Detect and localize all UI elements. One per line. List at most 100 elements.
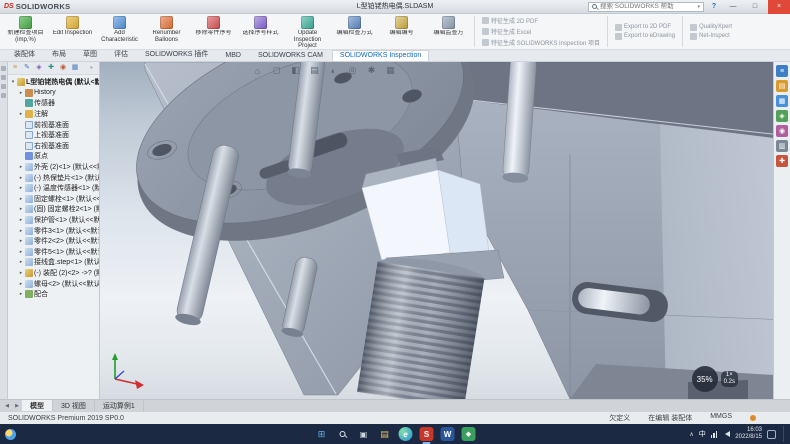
solidworks-logo[interactable]: DS SOLIDWORKS bbox=[4, 2, 70, 11]
panel-tab-configurationmanager[interactable]: ◈ bbox=[33, 62, 45, 74]
ribbon-button[interactable]: 选择序号样式 bbox=[237, 14, 284, 49]
tree-item[interactable]: ▾ L型铂铑热电偶 (默认<默认_显示状态-1 bbox=[10, 77, 99, 88]
hidden-icons-chevron[interactable]: ∧ bbox=[689, 431, 693, 438]
tree-item[interactable]: ▸ 外壳 (2)<1> (默认<<默认>_显示状 bbox=[10, 162, 99, 173]
tree-item[interactable]: 原点 bbox=[10, 151, 99, 162]
ribbon-button[interactable]: Renumber Balloons bbox=[143, 14, 190, 49]
ribbon-tab[interactable]: MBD bbox=[217, 50, 249, 61]
maximize-button[interactable]: □ bbox=[746, 0, 764, 14]
panel-tab-propertymanager[interactable]: ✎ bbox=[21, 62, 33, 74]
ribbon-tab[interactable]: SOLIDWORKS Inspection bbox=[332, 50, 429, 61]
document-tab[interactable]: 模型 bbox=[22, 400, 53, 411]
apply-scene-icon[interactable]: ▦ bbox=[383, 64, 398, 77]
expand-arrow-icon[interactable]: ▸ bbox=[18, 228, 24, 234]
ribbon-button[interactable]: Update Inspection Project bbox=[284, 14, 331, 49]
tree-item[interactable]: ▸ 保护管<1> (默认<<默认>_显示状态 bbox=[10, 215, 99, 226]
volume-icon[interactable] bbox=[722, 431, 730, 437]
ribbon-button[interactable]: Add Characteristic bbox=[96, 14, 143, 49]
taskbar-edge-icon[interactable]: e bbox=[399, 427, 413, 441]
hide-show-items-icon[interactable]: ◎ bbox=[345, 64, 360, 77]
tree-item[interactable]: ▸ History bbox=[10, 88, 99, 99]
expand-arrow-icon[interactable]: ▸ bbox=[18, 111, 24, 117]
tree-item[interactable]: ▸ (-) 装配 (2)<2> ->? (默认<<默认 bbox=[10, 268, 99, 279]
zoom-fit-icon[interactable]: ⌂ bbox=[250, 64, 265, 77]
document-tab[interactable]: 运动算例1 bbox=[95, 400, 144, 411]
search-input[interactable] bbox=[600, 3, 694, 10]
expand-arrow-icon[interactable]: ▸ bbox=[18, 281, 24, 287]
expand-arrow-icon[interactable]: ▸ bbox=[18, 90, 24, 96]
section-view-icon[interactable]: ◧ bbox=[288, 64, 303, 77]
ribbon-button[interactable]: 编辑监查方 bbox=[425, 14, 472, 49]
tree-item[interactable]: 传感器 bbox=[10, 98, 99, 109]
graphics-viewport[interactable]: ⌂ ◻ ◧ ▤ ◐ bbox=[100, 62, 790, 399]
expand-arrow-icon[interactable]: ▸ bbox=[18, 291, 24, 297]
ribbon-tab[interactable]: SOLIDWORKS 插件 bbox=[137, 47, 216, 61]
ribbon-tab[interactable]: 布局 bbox=[44, 47, 74, 61]
taskbar-word-icon[interactable]: W bbox=[441, 427, 455, 441]
taskpane-appearances-icon[interactable]: ◉ bbox=[776, 125, 788, 137]
dock-icon[interactable] bbox=[1, 75, 6, 80]
tree-item[interactable]: ▸ (-) 温度传感器<1> (默认<<默认> bbox=[10, 183, 99, 194]
ribbon-stack-button[interactable]: 特征生成 2D PDF bbox=[482, 16, 600, 25]
model-threaded-rod[interactable] bbox=[357, 252, 486, 399]
document-tab[interactable]: 3D 视图 bbox=[53, 400, 95, 411]
model-canvas[interactable] bbox=[100, 62, 790, 399]
taskbar-solidworks-icon[interactable]: S bbox=[420, 427, 434, 441]
ribbon-tab[interactable]: 装配体 bbox=[6, 47, 43, 61]
taskbar-file-explorer-icon[interactable]: ▤ bbox=[378, 427, 392, 441]
expand-arrow-icon[interactable]: ▸ bbox=[18, 270, 24, 276]
ribbon-button[interactable]: 新建检查项目 (imp,%) bbox=[2, 14, 49, 49]
tree-item[interactable]: ▸ 配合 bbox=[10, 289, 99, 300]
expand-arrow-icon[interactable]: ▸ bbox=[18, 164, 24, 170]
taskpane-resources-icon[interactable]: ≡ bbox=[776, 65, 788, 77]
tree-item[interactable]: ▸ (-) 热保垫片<1> (默认<<默认>_显 bbox=[10, 172, 99, 183]
taskpane-view-palette-icon[interactable]: ◈ bbox=[776, 110, 788, 122]
tree-item[interactable]: ▸ 接线盒.step<1> (默认<<默认> bbox=[10, 257, 99, 268]
expand-arrow-icon[interactable]: ▾ bbox=[10, 79, 16, 85]
taskbar-search-button[interactable] bbox=[336, 427, 350, 441]
expand-arrow-icon[interactable]: ▸ bbox=[18, 238, 24, 244]
view-orientation-icon[interactable]: ▤ bbox=[307, 64, 322, 77]
taskbar-app-icon[interactable]: ◆ bbox=[462, 427, 476, 441]
tree-item[interactable]: ▸ 注解 bbox=[10, 109, 99, 120]
ribbon-stack-button[interactable]: Net-Inspect bbox=[690, 33, 732, 40]
dock-icon[interactable] bbox=[1, 93, 6, 98]
ime-indicator[interactable]: 中 bbox=[699, 429, 706, 439]
taskpane-file-explorer-icon[interactable]: ▦ bbox=[776, 95, 788, 107]
expand-arrow-icon[interactable]: ▸ bbox=[18, 196, 24, 202]
expand-arrow-icon[interactable]: ▸ bbox=[18, 249, 24, 255]
search-caret-icon[interactable]: ▾ bbox=[697, 4, 700, 10]
ribbon-button[interactable]: 编辑检查方式 bbox=[331, 14, 378, 49]
expand-arrow-icon[interactable]: ▸ bbox=[18, 185, 24, 191]
tree-item[interactable]: 上视基准面 bbox=[10, 130, 99, 141]
ribbon-tab[interactable]: 评估 bbox=[106, 47, 136, 61]
network-icon[interactable] bbox=[711, 431, 718, 438]
zoom-level-badge[interactable]: 35% bbox=[692, 366, 718, 392]
help-button[interactable]: ? bbox=[708, 3, 720, 10]
tree-item[interactable]: ▸ 螺母<2> (默认<<默认>_显示状态 bbox=[10, 278, 99, 289]
expand-arrow-icon[interactable]: ▸ bbox=[18, 175, 24, 181]
ribbon-stack-button[interactable]: QualityXpert bbox=[690, 24, 732, 31]
edit-appearance-icon[interactable]: ✱ bbox=[364, 64, 379, 77]
ribbon-tab[interactable]: SOLIDWORKS CAM bbox=[250, 50, 331, 61]
tab-scroll-right-icon[interactable]: ▶ bbox=[12, 400, 22, 411]
notification-center-icon[interactable] bbox=[767, 430, 776, 439]
ribbon-stack-button[interactable]: 特征生成 Excel bbox=[482, 27, 600, 36]
expand-arrow-icon[interactable]: ▸ bbox=[18, 206, 24, 212]
zoom-area-icon[interactable]: ◻ bbox=[269, 64, 284, 77]
expand-arrow-icon[interactable]: ▸ bbox=[18, 259, 24, 265]
panel-tab-featuremanager[interactable]: ≡ bbox=[9, 62, 21, 74]
taskpane-design-library-icon[interactable]: ▤ bbox=[776, 80, 788, 92]
tree-item[interactable]: ▸ (固) 固定螺栓2<1> (默认<<默认 bbox=[10, 204, 99, 215]
ribbon-stack-button[interactable]: Export to eDrawing bbox=[615, 33, 675, 40]
panel-overflow-icon[interactable]: » bbox=[90, 65, 98, 71]
taskbar-start-button[interactable]: ⊞ bbox=[315, 427, 329, 441]
taskbar-clock[interactable]: 16:03 2022/8/15 bbox=[735, 427, 762, 441]
tree-item[interactable]: 右视基准面 bbox=[10, 141, 99, 152]
status-custom-icon[interactable] bbox=[750, 415, 756, 421]
ribbon-tab[interactable]: 草图 bbox=[75, 47, 105, 61]
help-search-box[interactable]: ▾ bbox=[588, 2, 704, 12]
taskbar-task-view-button[interactable]: ▣ bbox=[357, 427, 371, 441]
show-desktop-sliver[interactable] bbox=[783, 426, 786, 442]
tree-item[interactable]: ▸ 零件5<1> (默认<<默认>_显示状 bbox=[10, 247, 99, 258]
